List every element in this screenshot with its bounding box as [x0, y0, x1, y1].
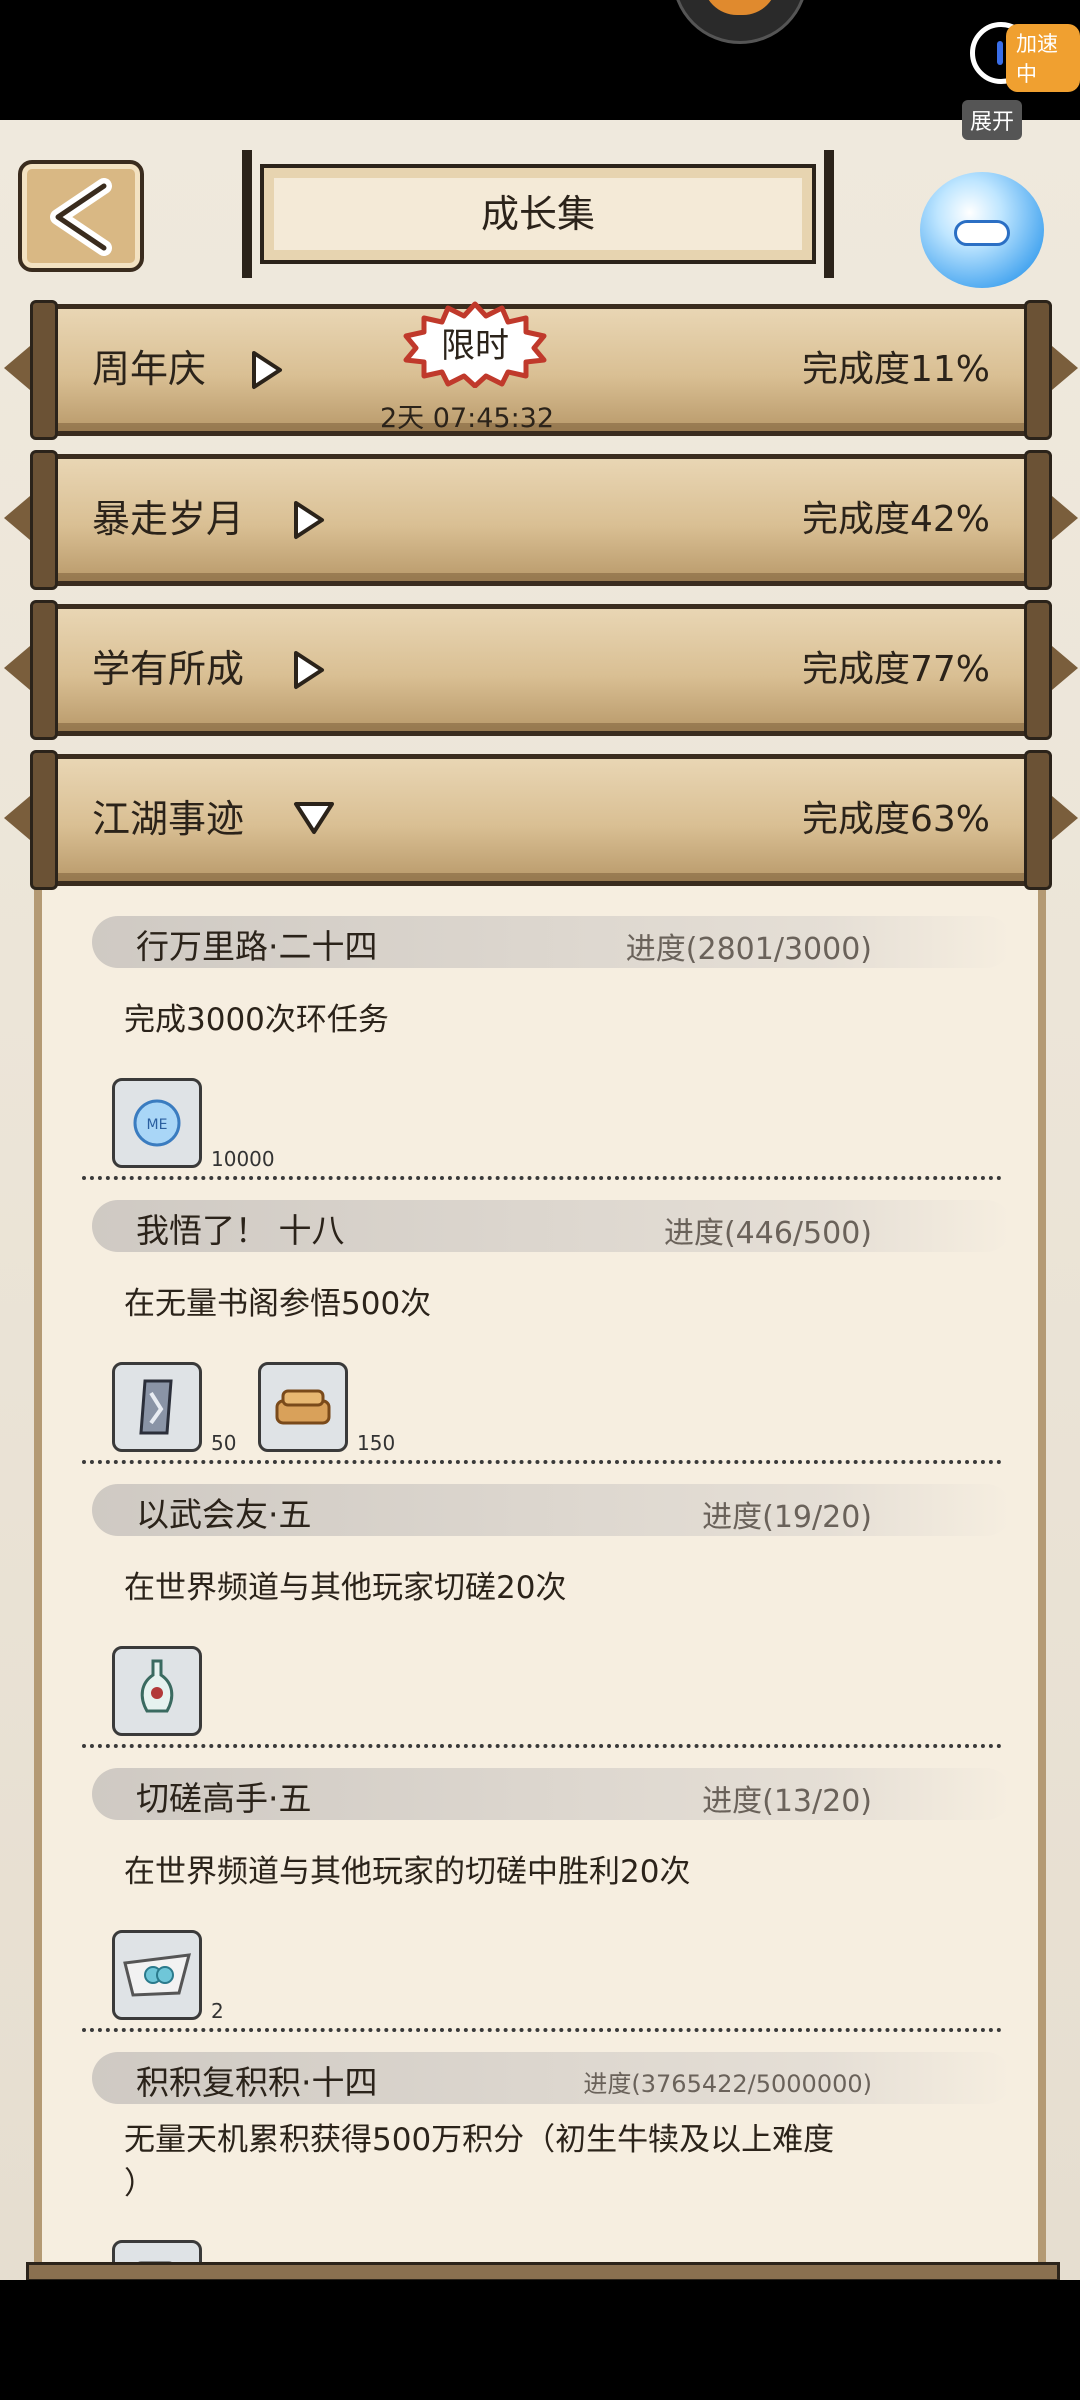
camera-notch	[672, 0, 808, 44]
play-arrow-icon	[294, 651, 324, 689]
task-progress: 进度(446/500)	[663, 1216, 872, 1251]
reward-count: 10000	[211, 1147, 275, 1171]
task-name: 我悟了！ 十八	[136, 1211, 345, 1250]
countdown-timer: 2天 07:45:32	[380, 403, 555, 434]
reward-vase[interactable]	[112, 1646, 202, 1736]
expand-button[interactable]: 展开	[962, 100, 1023, 140]
category-name: 江湖事迹	[92, 797, 245, 841]
category-progress: 完成度77%	[801, 649, 990, 690]
task-description: 在世界频道与其他玩家切磋20次	[124, 1570, 567, 1606]
category-jianghu-deeds[interactable]: 江湖事迹 完成度63%	[4, 750, 1078, 890]
category-wild-years[interactable]: 暴走岁月 完成度42%	[4, 450, 1078, 590]
navigation-bar	[0, 2280, 1080, 2400]
category-progress: 完成度42%	[801, 499, 990, 540]
expand-arrow-icon	[294, 802, 334, 834]
jade-envelope-icon	[123, 1953, 192, 1997]
divider	[82, 2028, 1002, 2032]
task-name: 切磋高手·五	[136, 1779, 312, 1818]
svg-text:ME: ME	[147, 1117, 168, 1133]
category-name: 暴走岁月	[92, 497, 245, 541]
task-description: 完成3000次环任务	[124, 1002, 389, 1038]
scroll-bottom-rod	[26, 2262, 1060, 2282]
accelerator-badge: 加速中	[1006, 24, 1080, 92]
divider	[82, 1176, 1002, 1180]
category-progress: 完成度11%	[801, 349, 990, 390]
play-arrow-icon	[294, 501, 324, 539]
task-list-panel[interactable]: 行万里路·二十四 进度(2801/3000) 完成3000次环任务 ME 100…	[34, 880, 1046, 2280]
status-bar: 加速中	[0, 0, 1080, 120]
play-arrow-icon	[252, 351, 282, 389]
task-description: 无量天机累积获得500万积分（初生牛犊及以上难度 ）	[124, 2122, 835, 2202]
back-button[interactable]	[18, 160, 144, 272]
task-progress: 进度(13/20)	[702, 1784, 872, 1819]
scroll-bundle-icon	[275, 1389, 331, 1425]
limited-time-badge: 限时	[402, 300, 548, 389]
title-plaque: 成长集	[242, 150, 834, 278]
reward-scroll-bundle[interactable]: 150	[258, 1362, 395, 1455]
reward-count: 150	[357, 1431, 396, 1455]
divider	[82, 1460, 1002, 1464]
category-progress: 完成度63%	[801, 799, 990, 840]
task-name: 积积复积积·十四	[136, 2063, 378, 2102]
task-progress: 进度(3765422/5000000)	[583, 2070, 872, 2098]
reward-silver-coin[interactable]: ME 10000	[112, 1078, 275, 1171]
vase-icon	[140, 1659, 174, 1713]
divider	[82, 1744, 1002, 1748]
reward-jade-envelope[interactable]: 2	[112, 1930, 224, 2023]
task-name: 行万里路·二十四	[136, 927, 378, 966]
reward-count: 2	[211, 1999, 224, 2023]
category-learning[interactable]: 学有所成 完成度77%	[4, 600, 1078, 740]
limited-time-label: 限时	[441, 326, 509, 366]
reward-token-card[interactable]: 50	[112, 1362, 236, 1455]
page-title: 成长集	[480, 192, 595, 236]
task-progress: 进度(19/20)	[702, 1500, 872, 1535]
task-name: 以武会友·五	[136, 1495, 312, 1534]
task-progress: 进度(2801/3000)	[625, 932, 872, 967]
silver-coin-icon: ME	[133, 1099, 181, 1147]
category-name: 周年庆	[92, 347, 207, 391]
token-card-icon	[139, 1379, 173, 1435]
task-description: 在无量书阁参悟500次	[124, 1286, 432, 1322]
chevron-left-icon	[50, 178, 112, 256]
task-description: 在世界频道与其他玩家的切磋中胜利20次	[124, 1854, 691, 1890]
reward-count: 50	[211, 1431, 237, 1455]
mascot-avatar-icon[interactable]	[920, 172, 1044, 288]
category-name: 学有所成	[92, 647, 245, 691]
